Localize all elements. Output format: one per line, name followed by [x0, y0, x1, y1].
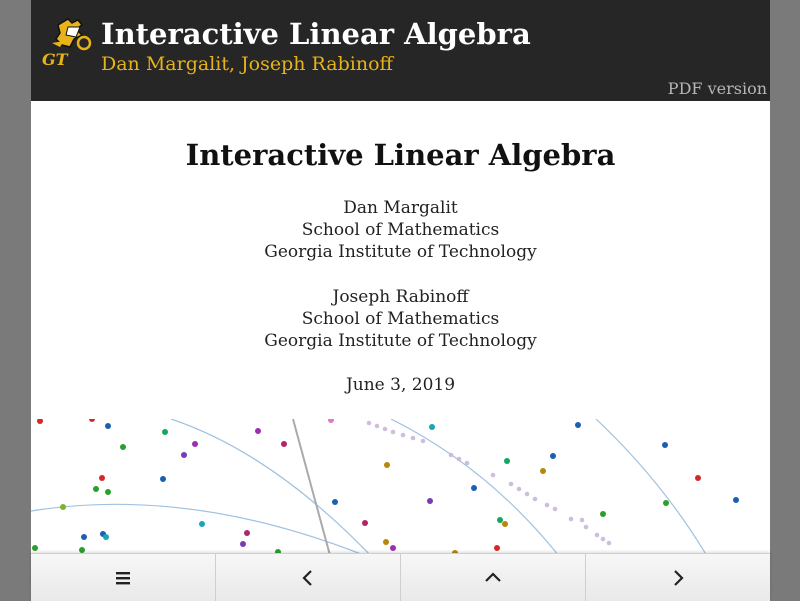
figure-dot	[332, 499, 338, 505]
author-name: Joseph Rabinoff	[332, 287, 469, 307]
figure-faint-dot	[583, 524, 589, 530]
figure-faint-dot	[600, 536, 606, 542]
figure-dot	[103, 534, 109, 540]
figure-faint-dot	[552, 506, 558, 512]
figure-dot	[733, 497, 739, 503]
gt-logo[interactable]: GT	[38, 17, 94, 69]
figure-dot	[575, 422, 581, 428]
figure-dot	[160, 476, 166, 482]
figure-dot	[550, 453, 556, 459]
figure-faint-dot	[374, 423, 380, 429]
figure-faint-dot	[606, 540, 612, 546]
figure-faint-dot	[366, 420, 372, 426]
figure-faint-dot	[516, 486, 522, 492]
next-button[interactable]	[586, 554, 770, 601]
publication-date: June 3, 2019	[345, 375, 456, 395]
author-institution: Georgia Institute of Technology	[264, 331, 537, 351]
logo-text: GT	[42, 50, 69, 69]
figure-faint-dot	[420, 438, 426, 444]
figure-dot	[192, 441, 198, 447]
figure-faint-dot	[490, 472, 496, 478]
up-button[interactable]	[401, 554, 586, 601]
figure-dot	[199, 521, 205, 527]
figure-dot	[105, 489, 111, 495]
figure-dot	[504, 458, 510, 464]
author-department: School of Mathematics	[301, 220, 500, 240]
figure-dot	[120, 444, 126, 450]
figure-dot	[494, 545, 500, 551]
figure-faint-dot	[456, 456, 462, 462]
figure-dot	[384, 462, 390, 468]
figure-faint-dot	[594, 532, 600, 538]
figure-faint-dot	[382, 426, 388, 432]
figure-faint-dot	[532, 496, 538, 502]
figure-faint-dot	[448, 452, 454, 458]
title-page: Interactive Linear Algebra Dan Margalit …	[31, 101, 770, 419]
figure-dot	[255, 428, 261, 434]
pdf-version-link[interactable]: PDF version	[668, 79, 767, 99]
figure-dot	[502, 521, 508, 527]
chevron-up-icon	[485, 571, 501, 582]
figure-dot	[497, 517, 503, 523]
figure-faint-dot	[390, 429, 396, 435]
figure-dot	[105, 423, 111, 429]
figure-dot	[328, 419, 334, 423]
previous-button[interactable]	[216, 554, 401, 601]
figure-dot	[695, 475, 701, 481]
figure-dot	[89, 419, 95, 422]
figure-dot	[162, 429, 168, 435]
figure-faint-dot	[524, 491, 530, 497]
author-block-rabinoff: Joseph Rabinoff School of Mathematics Ge…	[31, 286, 770, 352]
figure-dot	[429, 424, 435, 430]
figure-faint-dot	[410, 435, 416, 441]
author-name: Dan Margalit	[343, 198, 458, 218]
site-header: GT Interactive Linear Algebra Dan Margal…	[31, 0, 770, 101]
page: GT Interactive Linear Algebra Dan Margal…	[31, 0, 770, 600]
figure-dot	[240, 541, 246, 547]
book-title: Interactive Linear Algebra	[185, 138, 616, 172]
figure-dot	[540, 468, 546, 474]
figure-dot	[37, 419, 43, 424]
bottom-navbar	[31, 553, 770, 601]
figure-faint-dot	[508, 481, 514, 487]
figure-faint-dot	[568, 516, 574, 522]
author-block-margalit: Dan Margalit School of Mathematics Georg…	[31, 197, 770, 263]
figure-dot	[663, 500, 669, 506]
figure-dot	[244, 530, 250, 536]
figure-dot	[390, 545, 396, 551]
figure-dot	[81, 534, 87, 540]
figure-dot	[99, 475, 105, 481]
chevron-right-icon	[674, 569, 684, 586]
figure-dot	[60, 504, 66, 510]
figure-line	[292, 419, 332, 560]
menu-button[interactable]	[31, 554, 216, 601]
figure-dot	[281, 441, 287, 447]
figure-faint-dot	[579, 517, 585, 523]
figure-dot	[181, 452, 187, 458]
author-institution: Georgia Institute of Technology	[264, 242, 537, 262]
figure-faint-dot	[544, 502, 550, 508]
figure-dot	[427, 498, 433, 504]
figure-dot	[383, 539, 389, 545]
figure-faint-dot	[400, 432, 406, 438]
figure-dot	[600, 511, 606, 517]
chevron-left-icon	[302, 569, 312, 586]
author-department: School of Mathematics	[301, 309, 500, 329]
figure-dot	[471, 485, 477, 491]
figure-dot	[662, 442, 668, 448]
figure-dot	[93, 486, 99, 492]
figure-faint-dot	[464, 460, 470, 466]
figure-dot	[32, 545, 38, 551]
menu-icon	[116, 571, 130, 584]
site-authors: Dan Margalit, Joseph Rabinoff	[101, 53, 394, 75]
site-title[interactable]: Interactive Linear Algebra	[101, 16, 531, 52]
figure-dot	[362, 520, 368, 526]
